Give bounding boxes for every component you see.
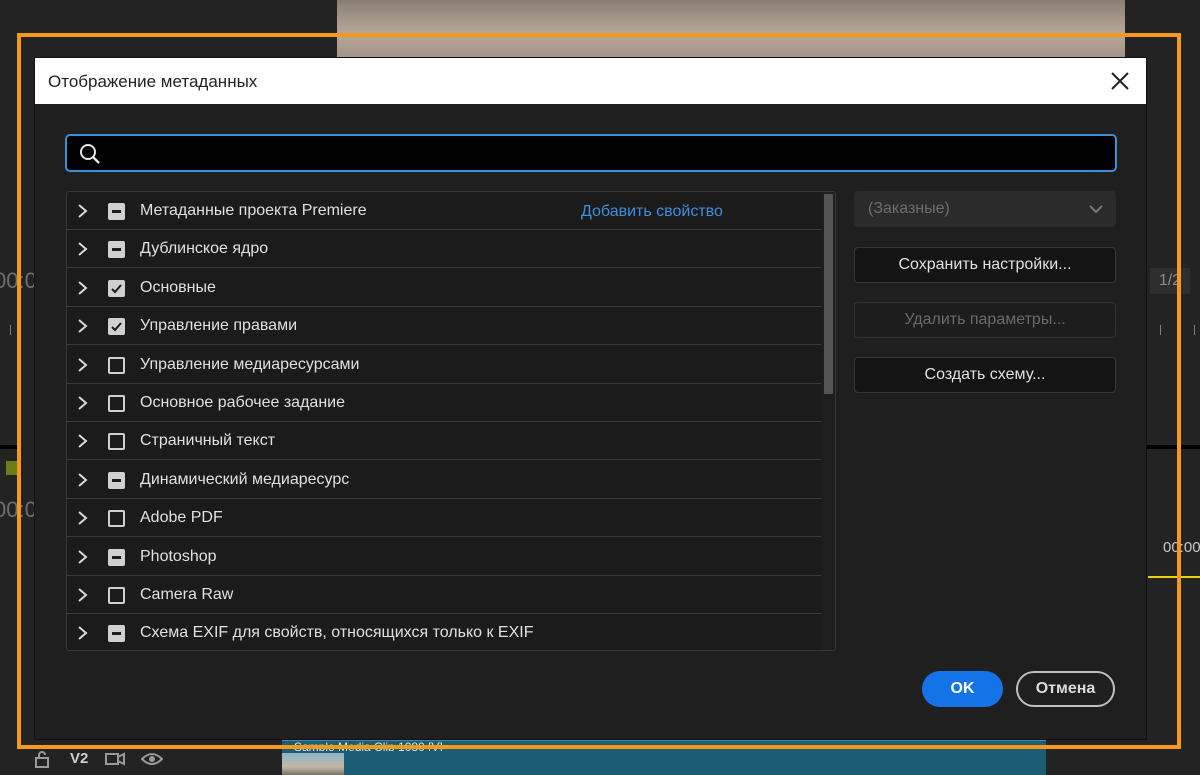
metadata-display-dialog: Отображение метаданных Схема EXIF для св…: [35, 58, 1146, 739]
ruler-tick: [1160, 325, 1161, 335]
timeline-clip[interactable]: Sample Media Clip 1080 [V]: [282, 740, 1046, 775]
row-checkbox[interactable]: [108, 549, 125, 566]
row-label: Управление медиаресурсами: [140, 356, 360, 373]
chevron-right-icon[interactable]: [75, 203, 89, 219]
row-checkbox[interactable]: [108, 625, 125, 642]
chevron-right-icon[interactable]: [75, 472, 89, 488]
row-checkbox[interactable]: [108, 241, 125, 258]
toggle-sync-icon[interactable]: [105, 752, 125, 771]
ruler-tick: [1194, 325, 1195, 335]
eye-icon[interactable]: [140, 752, 164, 771]
row-label: Основные: [140, 279, 216, 296]
metadata-row[interactable]: Camera Raw: [67, 576, 821, 614]
metadata-row[interactable]: Основное рабочее задание: [67, 384, 821, 422]
metadata-row[interactable]: Adobe PDF: [67, 499, 821, 537]
metadata-row[interactable]: Photoshop: [67, 538, 821, 576]
page-indicator: 1/2: [1150, 268, 1190, 294]
metadata-row[interactable]: Дублинское ядро: [67, 230, 821, 268]
playhead-line: [1148, 576, 1200, 578]
lock-icon[interactable]: [34, 750, 50, 773]
chevron-right-icon[interactable]: [75, 280, 89, 296]
ok-button[interactable]: OK: [922, 671, 1003, 707]
metadata-row[interactable]: Управление правами: [67, 307, 821, 345]
save-settings-button[interactable]: Сохранить настройки...: [854, 247, 1116, 283]
chevron-right-icon[interactable]: [75, 318, 89, 334]
row-label: Photoshop: [140, 548, 217, 565]
ruler-tick: [10, 325, 11, 335]
row-label: Схема EXIF для свойств, относящихся толь…: [140, 624, 534, 641]
divider-line-right: [1146, 445, 1200, 449]
clip-label: Sample Media Clip 1080 [V]: [294, 740, 443, 751]
preset-dropdown-value: (Заказные): [868, 200, 950, 217]
row-checkbox[interactable]: [108, 433, 125, 450]
chevron-down-icon: [1089, 205, 1103, 214]
row-label: Страничный текст: [140, 432, 276, 449]
row-label: Camera Raw: [140, 586, 234, 603]
row-checkbox[interactable]: [108, 587, 125, 604]
row-checkbox[interactable]: [108, 357, 125, 374]
dialog-titlebar: Отображение метаданных: [35, 58, 1146, 104]
chevron-right-icon[interactable]: [75, 587, 89, 603]
close-icon: [1111, 72, 1129, 90]
search-input[interactable]: [111, 140, 1101, 166]
scrollbar-thumb[interactable]: [824, 194, 833, 394]
row-checkbox[interactable]: [108, 395, 125, 412]
chevron-right-icon[interactable]: [75, 357, 89, 373]
checkmark-icon: [111, 322, 122, 332]
program-monitor-video: [337, 0, 1125, 62]
track-label-v2: V2: [70, 750, 89, 767]
track-color-marker: [6, 461, 18, 475]
row-label: Основное рабочее задание: [140, 394, 345, 411]
row-label: Adobe PDF: [140, 509, 223, 526]
row-checkbox[interactable]: [108, 203, 125, 220]
timecode-left-2: 00:0: [0, 497, 37, 522]
chevron-right-icon[interactable]: [75, 395, 89, 411]
clip-thumbnail: [282, 753, 344, 775]
metadata-row[interactable]: Схема EXIF для свойств, относящихся толь…: [67, 614, 821, 650]
metadata-schema-list: Схема EXIF для свойств, относящихся толь…: [66, 191, 836, 651]
metadata-row[interactable]: Страничный текст: [67, 422, 821, 460]
cancel-button[interactable]: Отмена: [1016, 671, 1115, 707]
preset-dropdown[interactable]: (Заказные): [854, 191, 1116, 227]
chevron-right-icon[interactable]: [75, 510, 89, 526]
metadata-row[interactable]: Управление медиаресурсами: [67, 346, 821, 384]
metadata-row[interactable]: Метаданные проекта Premiere Добавить свой…: [67, 192, 821, 230]
timecode-right: 00:00: [1163, 539, 1200, 556]
timecode-left: 00:0: [0, 268, 37, 293]
close-button[interactable]: [1106, 67, 1134, 95]
chevron-right-icon[interactable]: [75, 433, 89, 449]
add-property-link[interactable]: Добавить свойство: [581, 203, 723, 221]
metadata-row[interactable]: Динамический медиаресурс: [67, 461, 821, 499]
row-label: Дублинское ядро: [140, 240, 269, 257]
row-checkbox[interactable]: [108, 472, 125, 489]
chevron-right-icon[interactable]: [75, 241, 89, 257]
metadata-row[interactable]: Основные: [67, 269, 821, 307]
dialog-title: Отображение метаданных: [48, 72, 258, 91]
row-checkbox[interactable]: [108, 318, 125, 335]
row-label: Динамический медиаресурс: [140, 471, 350, 488]
search-icon: [80, 144, 100, 164]
row-label: Управление правами: [140, 317, 298, 334]
row-checkbox[interactable]: [108, 510, 125, 527]
chevron-right-icon[interactable]: [75, 625, 89, 641]
search-field[interactable]: [65, 134, 1117, 172]
row-label: Метаданные проекта Premiere: [140, 202, 367, 219]
delete-parameters-button[interactable]: Удалить параметры...: [854, 302, 1116, 338]
checkmark-icon: [111, 284, 122, 294]
chevron-right-icon[interactable]: [75, 549, 89, 565]
ruler-tick: [1178, 325, 1179, 335]
divider-line-left: [0, 445, 20, 449]
create-schema-button[interactable]: Создать схему...: [854, 357, 1116, 393]
row-checkbox[interactable]: [108, 280, 125, 297]
